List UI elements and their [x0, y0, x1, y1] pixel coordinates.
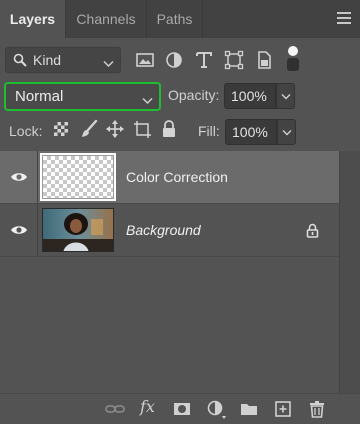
- blend-mode-select[interactable]: Normal: [4, 82, 161, 111]
- search-icon: [13, 53, 27, 70]
- filter-toggle-icon[interactable]: [288, 46, 298, 56]
- shape-filter-icon[interactable]: [222, 48, 246, 72]
- type-filter-icon[interactable]: [192, 48, 216, 72]
- opacity-field[interactable]: 100%: [224, 83, 276, 109]
- blend-mode-label: Normal: [15, 88, 64, 105]
- layer-name[interactable]: Color Correction: [126, 151, 228, 203]
- chevron-down-icon: [282, 130, 292, 136]
- chevron-down-icon: [281, 94, 291, 100]
- new-group-icon[interactable]: [238, 398, 260, 420]
- fill-dropdown-button[interactable]: [277, 119, 296, 145]
- tab-channels[interactable]: Channels: [66, 0, 147, 38]
- opacity-value: 100%: [231, 88, 267, 104]
- image-filter-icon[interactable]: [133, 48, 157, 72]
- link-layers-icon[interactable]: [104, 398, 126, 420]
- delete-layer-icon[interactable]: [306, 398, 328, 420]
- new-adjustment-layer-icon[interactable]: [205, 398, 227, 420]
- lock-position-icon[interactable]: [104, 118, 126, 140]
- panel-tab-bar: Layers Channels Paths: [0, 0, 360, 38]
- fill-value: 100%: [232, 124, 268, 140]
- eye-visibility-icon[interactable]: [10, 223, 28, 240]
- layers-list: Color Correction Background: [0, 151, 339, 393]
- layer-style-icon[interactable]: fx: [140, 397, 155, 416]
- lock-image-pixels-icon[interactable]: [78, 118, 100, 140]
- layer-thumbnail-photo: [42, 208, 114, 252]
- filter-kind-label: Kind: [33, 52, 62, 68]
- chevron-down-icon: [103, 56, 114, 71]
- lock-artboard-icon[interactable]: [131, 118, 153, 140]
- lock-all-icon[interactable]: [158, 118, 180, 140]
- divider: [0, 256, 339, 257]
- layers-bottom-toolbar: fx: [0, 393, 360, 424]
- visibility-column: [0, 204, 38, 256]
- panel-menu-icon[interactable]: [336, 10, 352, 26]
- layer-row-background[interactable]: Background: [0, 204, 339, 256]
- add-mask-icon[interactable]: [171, 398, 193, 420]
- layer-row-color-correction[interactable]: Color Correction: [0, 151, 339, 203]
- layer-lock-icon[interactable]: [306, 223, 319, 241]
- selected-thumbnail-frame: [40, 153, 116, 201]
- visibility-column: [0, 151, 38, 203]
- smart-object-filter-icon[interactable]: [252, 48, 276, 72]
- layers-panel: Layers Channels Paths Kind Normal Opacit…: [0, 0, 360, 424]
- new-layer-icon[interactable]: [272, 398, 294, 420]
- opacity-dropdown-button[interactable]: [276, 83, 295, 109]
- tab-layers[interactable]: Layers: [0, 0, 66, 38]
- eye-visibility-icon[interactable]: [10, 170, 28, 187]
- fill-field[interactable]: 100%: [225, 119, 277, 145]
- opacity-label: Opacity:: [168, 87, 220, 103]
- filter-kind-select[interactable]: Kind: [5, 47, 121, 73]
- layer-name[interactable]: Background: [126, 204, 201, 256]
- lock-label: Lock:: [9, 123, 43, 139]
- filter-toggle-switch[interactable]: [287, 58, 299, 71]
- tab-paths[interactable]: Paths: [147, 0, 203, 38]
- fill-label: Fill:: [198, 123, 220, 139]
- chevron-down-icon: [142, 93, 153, 108]
- adjustment-filter-icon[interactable]: [162, 48, 186, 72]
- layers-scrollbar[interactable]: [339, 151, 360, 393]
- lock-transparent-pixels-icon[interactable]: [50, 118, 72, 140]
